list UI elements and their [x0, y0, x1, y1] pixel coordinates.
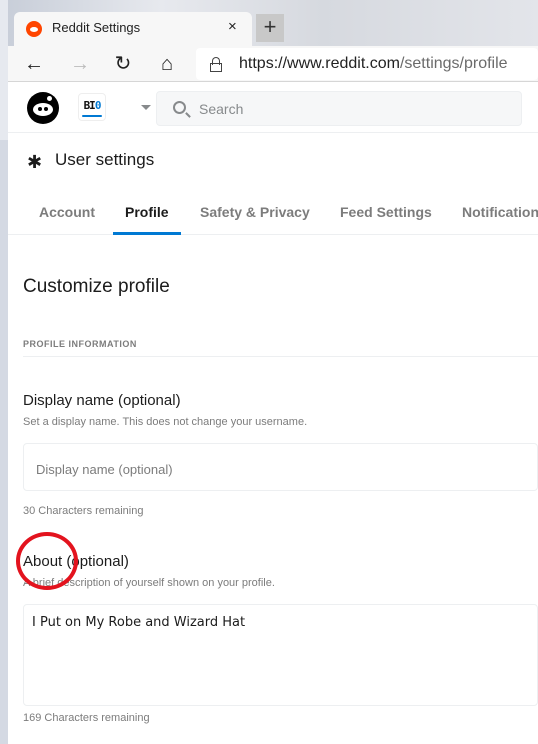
- browser-toolbar: ← → ↻ ⌂ https://www.reddit.com/settings/…: [8, 46, 538, 82]
- display-name-title: Display name (optional): [23, 392, 181, 409]
- gear-icon: ✱: [27, 152, 43, 172]
- about-textarea[interactable]: I Put on My Robe and Wizard Hat: [23, 604, 538, 706]
- display-name-description: Set a display name. This does not change…: [23, 416, 308, 428]
- about-value: I Put on My Robe and Wizard Hat: [32, 615, 246, 630]
- display-name-placeholder: Display name (optional): [36, 462, 173, 477]
- red-annotation-circle: [16, 532, 78, 590]
- search-icon: [173, 101, 186, 114]
- reddit-logo-icon[interactable]: [27, 92, 59, 124]
- tab-account[interactable]: Account: [39, 204, 95, 220]
- tab-notifications[interactable]: Notifications: [462, 204, 538, 220]
- reload-icon[interactable]: ↻: [109, 50, 137, 78]
- settings-tabs: Account Profile Safety & Privacy Feed Se…: [8, 200, 538, 235]
- display-name-remaining: 30 Characters remaining: [23, 505, 144, 517]
- section-label: PROFILE INFORMATION: [23, 339, 137, 349]
- tab-safety-privacy[interactable]: Safety & Privacy: [200, 204, 310, 220]
- search-input[interactable]: Search: [156, 91, 522, 126]
- window-frame-top: [0, 0, 8, 140]
- divider: [23, 356, 538, 357]
- url-text[interactable]: https://www.reddit.com/settings/profile: [239, 55, 508, 73]
- browser-tab[interactable]: Reddit Settings ×: [14, 12, 252, 46]
- new-tab-button[interactable]: +: [256, 14, 284, 42]
- forward-icon[interactable]: →: [66, 50, 94, 78]
- tab-feed-settings[interactable]: Feed Settings: [340, 204, 432, 220]
- page-title-label: User settings: [55, 150, 155, 169]
- community-icon[interactable]: BI0: [78, 93, 106, 121]
- active-tab-indicator: [113, 232, 181, 235]
- about-remaining: 169 Characters remaining: [23, 712, 150, 724]
- tab-profile[interactable]: Profile: [125, 204, 169, 220]
- browser-tab-strip: Reddit Settings × +: [0, 0, 538, 46]
- reddit-favicon-icon: [26, 21, 42, 37]
- home-icon[interactable]: ⌂: [153, 50, 181, 78]
- close-tab-icon[interactable]: ×: [228, 18, 237, 35]
- settings-page: ✱ User settings Account Profile Safety &…: [8, 134, 538, 744]
- back-icon[interactable]: ←: [20, 50, 48, 78]
- chevron-down-icon[interactable]: [141, 105, 151, 110]
- lock-icon[interactable]: [210, 57, 222, 72]
- reddit-header: BI0 Search: [8, 83, 538, 133]
- search-placeholder: Search: [199, 101, 244, 117]
- display-name-field[interactable]: Display name (optional): [23, 443, 538, 491]
- address-bar[interactable]: https://www.reddit.com/settings/profile: [196, 48, 538, 80]
- screenshot-root: Reddit Settings × + ← → ↻ ⌂ https://www.…: [0, 0, 538, 744]
- section-heading: Customize profile: [23, 276, 170, 297]
- tab-title: Reddit Settings: [52, 20, 141, 35]
